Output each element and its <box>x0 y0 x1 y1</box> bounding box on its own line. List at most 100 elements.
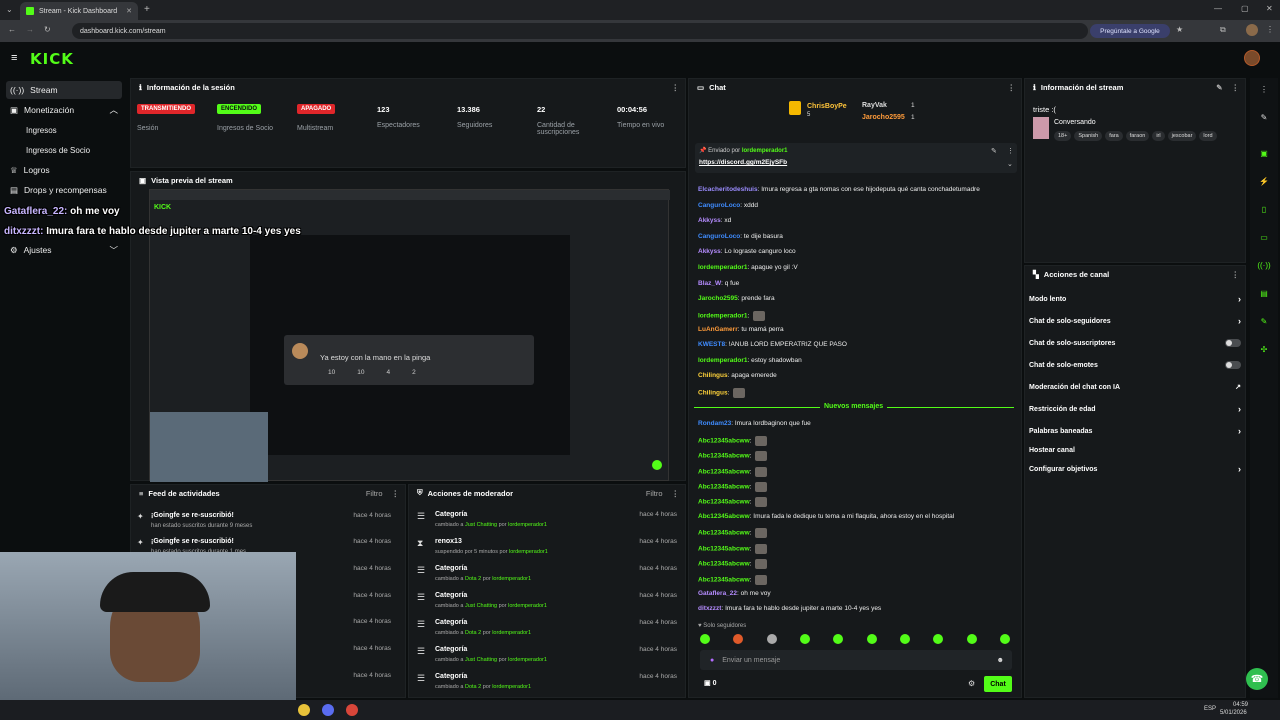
minimize-icon[interactable]: — <box>1214 4 1222 13</box>
sidebar-item-ingresos[interactable]: Ingresos <box>6 121 122 139</box>
app-taskbar-icon[interactable] <box>322 704 334 716</box>
pinned-link[interactable]: https://discord.gg/m2EjySFb <box>699 159 787 166</box>
obs-taskbar-icon[interactable] <box>346 704 358 716</box>
chat-username[interactable]: Akkyss <box>698 217 721 224</box>
action-configure-goals[interactable]: Configurar objetivos › <box>1029 461 1241 477</box>
chat-username[interactable]: CanguroLoco <box>698 233 740 240</box>
action-slow-mode[interactable]: Modo lento › <box>1029 291 1241 307</box>
more-options-icon[interactable]: ⋮ <box>672 489 680 498</box>
chat-username[interactable]: lordemperador1 <box>698 313 748 320</box>
browser-menu-icon[interactable]: ⋮ <box>1266 25 1274 34</box>
emote-icon[interactable] <box>933 634 944 644</box>
chat-username[interactable]: Chilingus <box>698 372 728 379</box>
sidebar-item-logros[interactable]: ♕ Logros <box>6 161 122 179</box>
emote-icon[interactable] <box>799 634 810 644</box>
back-icon[interactable]: ← <box>8 25 16 34</box>
chat-username[interactable]: lordemperador1 <box>698 357 748 364</box>
reload-icon[interactable]: ↻ <box>44 25 51 34</box>
chat-username[interactable]: Elcacheritodeshuis <box>698 186 758 193</box>
action-banned-words[interactable]: Palabras baneadas › <box>1029 423 1241 439</box>
chat-username[interactable]: Jarocho2595 <box>698 295 738 302</box>
emote-icon[interactable] <box>899 634 910 644</box>
rail-radio-icon[interactable]: ((·)) <box>1257 258 1271 272</box>
close-tab-icon[interactable]: ✕ <box>126 7 132 15</box>
forward-icon[interactable]: → <box>26 25 34 34</box>
chat-username[interactable]: CanguroLoco <box>698 202 740 209</box>
emoji-icon[interactable]: ☻ <box>997 657 1004 664</box>
clock-date[interactable]: 5/01/2026 <box>1220 710 1254 716</box>
emote-icon[interactable] <box>833 634 844 644</box>
chat-username[interactable]: Abc12345abcww <box>698 453 750 460</box>
action-age-restriction[interactable]: Restricción de edad › <box>1029 401 1241 417</box>
emote-icon[interactable] <box>766 634 777 644</box>
more-options-icon[interactable]: ⋮ <box>1232 270 1240 279</box>
more-options-icon[interactable]: ⋮ <box>1232 83 1240 92</box>
more-options-icon[interactable]: ⋮ <box>1008 83 1016 92</box>
user-avatar[interactable] <box>1244 50 1260 66</box>
chat-username[interactable]: Abc12345abcww <box>698 499 750 506</box>
rail-chat-icon[interactable]: ▭ <box>1257 230 1271 244</box>
chat-username[interactable]: Abc12345abcww <box>698 577 750 584</box>
sidebar-item-drops[interactable]: ▤ Drops y recompensas <box>6 181 122 199</box>
chat-username[interactable]: Chilingus <box>698 390 728 397</box>
emote-icon[interactable] <box>966 634 977 644</box>
pinned-message[interactable]: 📌 Enviado por lordemperador1 https://dis… <box>695 143 1017 173</box>
chat-input[interactable]: ● Enviar un mensaje ☻ <box>700 650 1012 670</box>
chat-username[interactable]: ditxzzzt <box>698 605 721 612</box>
new-tab-icon[interactable]: + <box>144 4 150 15</box>
profile-avatar[interactable] <box>1246 24 1258 36</box>
close-window-icon[interactable]: ✕ <box>1266 4 1273 13</box>
action-ai-moderation[interactable]: Moderación del chat con IA ↗ <box>1029 379 1241 395</box>
url-field[interactable]: dashboard.kick.com/stream <box>72 23 1088 39</box>
chat-username[interactable]: Abc12345abcww <box>698 469 750 476</box>
subscribers-only-toggle[interactable] <box>1225 339 1241 347</box>
chat-settings-icon[interactable]: ⚙ <box>968 679 975 688</box>
help-chat-button[interactable]: ☎ <box>1246 668 1268 690</box>
action-host-channel[interactable]: Hostear canal <box>1029 442 1241 458</box>
points-display[interactable]: ▣ 0 <box>704 679 716 687</box>
chat-username[interactable]: Abc12345abcww <box>698 561 750 568</box>
chat-username[interactable]: Abc12345abcww <box>698 546 750 553</box>
sidebar-item-ingresos-socio[interactable]: Ingresos de Socio <box>6 141 122 159</box>
emotes-only-toggle[interactable] <box>1225 361 1241 369</box>
chat-username[interactable]: Abc12345abcww <box>698 484 750 491</box>
rail-wrench-icon[interactable]: ✎ <box>1257 314 1271 328</box>
chat-username[interactable]: KWEST8 <box>698 341 725 348</box>
ask-google-button[interactable]: Pregúntale a Google <box>1090 24 1170 38</box>
emote-icon[interactable] <box>866 634 877 644</box>
rail-edit-icon[interactable]: ✎ <box>1257 110 1271 124</box>
action-emotes-only[interactable]: Chat de solo-emotes <box>1029 357 1241 373</box>
more-options-icon[interactable]: ⋮ <box>392 489 400 498</box>
rail-note-icon[interactable]: ▯ <box>1257 202 1271 216</box>
action-followers-only[interactable]: Chat de solo-seguidores › <box>1029 313 1241 329</box>
hamburger-menu-icon[interactable]: ≡ <box>11 52 17 64</box>
chat-username[interactable]: LuAnGamerr <box>698 326 738 333</box>
browser-tab[interactable]: Stream - Kick Dashboard ✕ <box>20 2 138 20</box>
action-subscribers-only[interactable]: Chat de solo-suscriptores <box>1029 335 1241 351</box>
tab-list-icon[interactable]: ⌄ <box>6 5 13 14</box>
clock-time[interactable]: 04:59 <box>1226 702 1248 708</box>
chat-username[interactable]: Gataflera_22 <box>698 590 737 597</box>
filter-button[interactable]: Filtro <box>366 489 383 498</box>
kick-logo[interactable]: KICK <box>30 50 74 68</box>
chat-username[interactable]: Akkyss <box>698 248 721 255</box>
filter-button[interactable]: Filtro <box>646 489 663 498</box>
chat-username[interactable]: Abc12345abcww <box>698 530 750 537</box>
maximize-icon[interactable]: ▢ <box>1241 4 1249 13</box>
chrome-taskbar-icon[interactable] <box>298 704 310 716</box>
emote-icon[interactable] <box>700 634 710 644</box>
rail-puzzle-icon[interactable]: ✣ <box>1257 342 1271 356</box>
pinned-expand-icon[interactable]: ⌄ <box>1007 160 1013 168</box>
bookmark-star-icon[interactable]: ★ <box>1176 25 1183 34</box>
send-chat-button[interactable]: Chat <box>984 676 1012 692</box>
emote-icon[interactable] <box>733 634 744 644</box>
chat-username[interactable]: Blaz_W <box>698 280 721 287</box>
pinned-more-icon[interactable]: ⋮ <box>1007 147 1014 155</box>
sidebar-item-ajustes[interactable]: ⚙ Ajustes ﹀ <box>6 241 122 259</box>
rail-layout-icon[interactable]: ▤ <box>1257 286 1271 300</box>
chat-username[interactable]: Abc12345abcww <box>698 438 750 445</box>
rail-more-icon[interactable]: ⋮ <box>1257 82 1271 96</box>
more-options-icon[interactable]: ⋮ <box>672 83 680 92</box>
chat-username[interactable]: Abc12345abcww <box>698 513 750 520</box>
sidebar-item-stream[interactable]: ((·)) Stream <box>6 81 122 99</box>
